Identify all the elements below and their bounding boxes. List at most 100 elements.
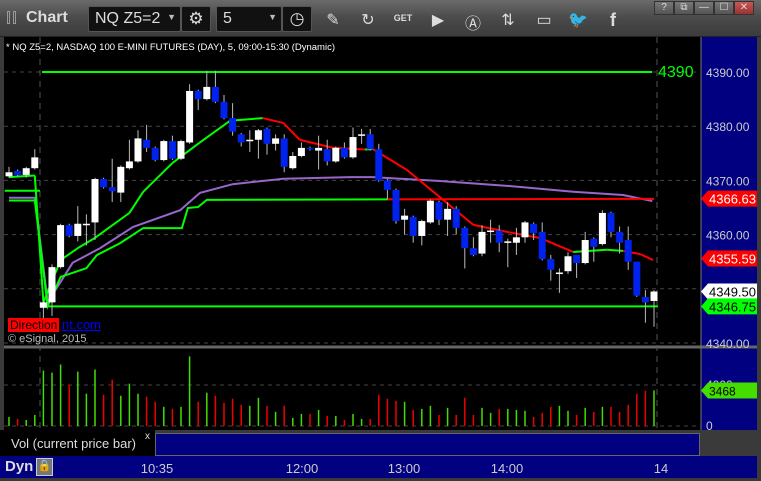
window-title: Chart — [26, 9, 68, 26]
candle-body — [581, 240, 589, 264]
volume-tag-label: 3468 — [709, 384, 736, 398]
dynamic-mode-label[interactable]: Dyn — [5, 458, 33, 475]
candle-body — [521, 222, 529, 238]
time-label: 13:00 — [387, 461, 421, 476]
price-tick-label: 4340.00 — [706, 337, 750, 351]
time-axis[interactable] — [0, 456, 757, 478]
minimize-button[interactable]: — — [694, 1, 714, 15]
volume-tick-label: 0 — [706, 419, 713, 433]
candle-body — [392, 189, 400, 222]
get-icon[interactable]: GET — [392, 13, 414, 23]
candle-body — [555, 272, 563, 275]
candle-body — [160, 141, 168, 161]
candle-body — [143, 139, 151, 148]
candle-body — [177, 141, 185, 159]
candle-body — [383, 180, 391, 190]
pencil-icon[interactable]: ✎ — [322, 10, 344, 30]
link-icon[interactable]: ⇅ — [497, 10, 519, 30]
candle-body — [237, 134, 245, 143]
time-label: 14:00 — [490, 461, 524, 476]
maximize-button[interactable]: ☐ — [714, 1, 734, 15]
candle-body — [452, 208, 460, 228]
copyright-text: © eSignal, 2015 — [8, 333, 87, 345]
candle-body — [323, 149, 331, 162]
candle-body — [134, 138, 142, 162]
candle-body — [82, 223, 90, 226]
price-tag-label: 4355.59 — [709, 252, 756, 267]
candle-body — [57, 225, 65, 268]
candle-body — [547, 258, 555, 270]
candle-body — [117, 166, 125, 193]
price-tick-label: 4390.00 — [706, 66, 750, 80]
candle-body — [168, 141, 176, 159]
candle-body — [504, 241, 512, 243]
candle-body — [409, 216, 417, 236]
candle-body — [624, 240, 632, 262]
candle-body — [573, 254, 581, 264]
drag-grip-icon[interactable] — [7, 11, 10, 24]
drag-grip-icon[interactable] — [13, 11, 16, 24]
twitter-icon[interactable]: 🐦 — [567, 10, 589, 30]
candle-body — [607, 212, 615, 232]
candle-body — [366, 134, 374, 150]
lock-icon[interactable]: 🔒 — [36, 458, 53, 476]
comment-icon[interactable]: ▭ — [533, 10, 555, 30]
candle-body — [48, 267, 56, 303]
candle-body — [254, 130, 262, 140]
direction-label: Direction — [8, 318, 60, 332]
website-link[interactable]: nt.com — [62, 317, 101, 332]
chevron-down-icon: ▼ — [268, 12, 277, 22]
title-bar: Chart NQ Z5=2 ▼ ⚙ 5 ▼ ◷ ✎ ↻ GET ▶ Ⓐ ⇅ ▭ 🐦 … — [0, 0, 761, 37]
candle-body — [426, 200, 434, 223]
candle-body — [461, 227, 469, 249]
candle-body — [125, 161, 133, 169]
clock-icon[interactable]: ◷ — [282, 6, 312, 32]
price-tick-label: 4370.00 — [706, 174, 750, 188]
candle-body — [590, 238, 598, 247]
close-study-icon[interactable]: x — [145, 431, 150, 442]
candle-body — [641, 296, 649, 303]
time-label: 10:35 — [140, 461, 174, 476]
play-icon[interactable]: ▶ — [427, 10, 449, 30]
study-panel-box — [155, 433, 700, 456]
layout-button[interactable]: ⧉ — [674, 1, 694, 15]
close-button[interactable]: ✕ — [734, 1, 754, 15]
price-tag-label: 4349.50 — [709, 285, 756, 300]
candle-body — [616, 231, 624, 243]
chart-legend: * NQ Z5=2, NASDAQ 100 E-MINI FUTURES (DA… — [6, 42, 335, 53]
candle-body — [512, 237, 520, 243]
candle-body — [469, 248, 477, 255]
candle-body — [633, 261, 641, 296]
help-button[interactable]: ? — [654, 1, 674, 15]
candle-body — [418, 221, 426, 236]
candle-body — [444, 208, 452, 220]
candle-body — [203, 86, 211, 100]
candle-body — [530, 223, 538, 234]
candle-body — [340, 147, 348, 158]
price-chart[interactable]: 4390.00 4380.00 4370.00 4360.00 4340.00 4366.… — [0, 37, 761, 457]
facebook-icon[interactable]: f — [602, 10, 624, 31]
candle-body — [39, 302, 47, 308]
candle-body — [598, 212, 606, 245]
candle-body — [435, 202, 443, 220]
candle-body — [100, 179, 108, 188]
price-tag-label: 4366.63 — [709, 192, 756, 207]
candle-body — [495, 230, 503, 243]
candle-body — [263, 128, 271, 144]
level-label: 4390 — [658, 64, 694, 81]
candle-body — [538, 231, 546, 259]
candle-body — [401, 215, 409, 220]
symbol-select[interactable]: NQ Z5=2 ▼ — [88, 6, 181, 32]
interval-select[interactable]: 5 ▼ — [216, 6, 282, 32]
candle-body — [74, 223, 82, 236]
refresh-icon[interactable]: ↻ — [357, 10, 379, 30]
candle-body — [349, 137, 357, 158]
alert-icon[interactable]: Ⓐ — [462, 10, 484, 34]
candle-body — [22, 168, 30, 175]
price-tick-label: 4380.00 — [706, 120, 750, 134]
settings-icon[interactable]: ⚙ — [181, 6, 211, 32]
candle-body — [564, 256, 572, 272]
candle-body — [487, 230, 495, 233]
candle-body — [211, 86, 219, 102]
price-tag-label: 4346.75 — [709, 299, 756, 314]
